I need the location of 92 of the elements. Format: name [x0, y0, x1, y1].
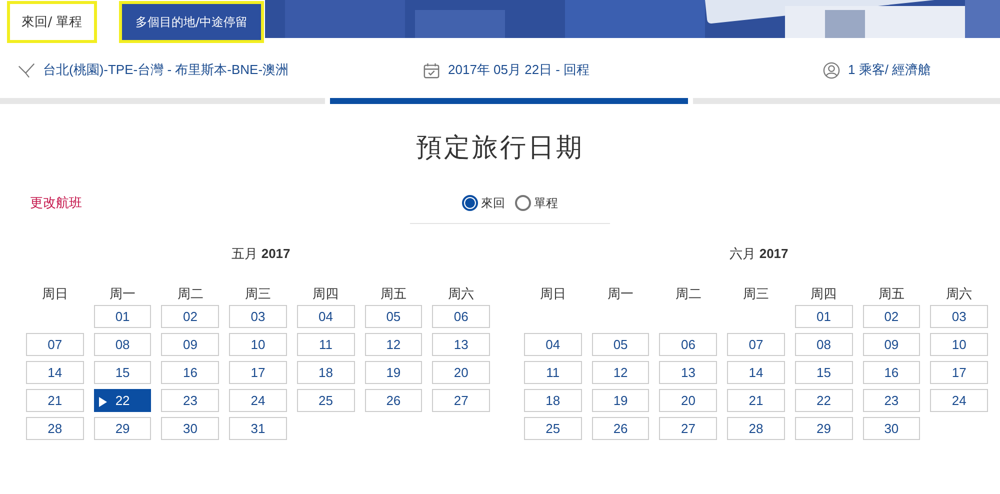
date-cell[interactable]: 30 [161, 417, 220, 440]
date-cell[interactable]: 08 [94, 333, 152, 356]
date-cell[interactable]: 07 [26, 333, 84, 356]
date-cell[interactable]: 15 [94, 361, 152, 384]
date-cell[interactable]: 02 [862, 305, 920, 328]
radio-label: 來回 [481, 194, 505, 212]
weekday-label: 周五 [877, 285, 906, 303]
date-cell[interactable]: 18 [296, 361, 355, 384]
calendar-icon [423, 62, 440, 78]
date-cell[interactable]: 05 [592, 333, 650, 356]
weekday-label: 周五 [379, 285, 408, 303]
date-cell[interactable]: 12 [592, 361, 650, 384]
month-title: 五月 2017 [230, 245, 292, 263]
date-cell[interactable]: 09 [862, 333, 920, 356]
route-text: 台北(桃園)-TPE-台灣 - 布里斯本-BNE-澳洲 [43, 61, 289, 79]
date-cell[interactable]: 07 [727, 333, 785, 356]
date-cell[interactable]: 17 [930, 361, 988, 384]
date-cell[interactable]: 24 [930, 389, 988, 412]
date-cell[interactable]: 14 [26, 361, 84, 384]
radio-button[interactable] [515, 195, 531, 211]
date-cell[interactable]: 20 [659, 389, 718, 412]
date-cell[interactable]: 13 [432, 333, 490, 356]
passenger-text: 1 乘客/ 經濟艙 [848, 61, 932, 79]
weekday-label: 周六 [945, 285, 974, 303]
date-cell[interactable]: 10 [930, 333, 988, 356]
date-cell[interactable]: 08 [794, 333, 853, 356]
trip-tab[interactable]: 來回/ 單程 [7, 1, 97, 43]
weekday-label: 周日 [538, 285, 567, 303]
weekday-label: 周四 [810, 285, 838, 303]
date-cell[interactable]: 06 [659, 333, 718, 356]
date-cell[interactable]: 29 [794, 417, 853, 440]
date-text: 2017年 05月 22日 - 回程 [448, 61, 590, 79]
weekday-label: 周三 [742, 285, 770, 303]
date-cell[interactable]: 15 [794, 361, 853, 384]
date-cell[interactable]: 30 [862, 417, 920, 440]
date-cell[interactable]: 02 [161, 305, 220, 328]
date-cell[interactable]: 29 [94, 417, 152, 440]
date-cell[interactable]: 04 [524, 333, 582, 356]
date-cell[interactable]: 31 [229, 417, 287, 440]
date-cell[interactable]: 25 [296, 389, 355, 412]
date-cell[interactable]: 16 [862, 361, 920, 384]
plane-icon [18, 62, 35, 78]
date-cell[interactable]: 09 [161, 333, 220, 356]
date-cell[interactable]: 21 [26, 389, 84, 412]
date-cell[interactable]: 22 [794, 389, 853, 412]
weekday-label: 周二 [176, 285, 204, 303]
month-title: 六月 2017 [728, 245, 790, 263]
date-cell[interactable]: 05 [364, 305, 422, 328]
date-cell[interactable]: 03 [930, 305, 988, 328]
weekday-label: 周六 [447, 285, 476, 303]
date-cell[interactable]: 04 [296, 305, 355, 328]
date-cell[interactable]: 12 [364, 333, 422, 356]
date-cell[interactable]: 01 [794, 305, 853, 328]
date-cell[interactable]: 26 [592, 417, 650, 440]
change-flight-link[interactable]: 更改航班 [30, 194, 82, 212]
weekday-label: 周三 [244, 285, 272, 303]
radio-button[interactable] [462, 195, 478, 211]
date-cell[interactable]: 23 [862, 389, 920, 412]
date-cell[interactable]: 11 [296, 333, 355, 356]
date-cell[interactable]: 11 [524, 361, 582, 384]
date-cell[interactable]: 03 [229, 305, 287, 328]
date-cell[interactable]: 17 [229, 361, 287, 384]
date-cell[interactable]: 19 [592, 389, 650, 412]
weekday-label: 周一 [108, 285, 137, 303]
weekday-label: 周二 [674, 285, 702, 303]
date-cell[interactable]: 26 [364, 389, 422, 412]
date-cell[interactable]: 21 [727, 389, 785, 412]
date-cell[interactable]: 27 [659, 417, 718, 440]
trip-tab[interactable]: 多個目的地/中途停留 [119, 1, 264, 43]
date-cell[interactable]: 10 [229, 333, 287, 356]
triangle-icon [98, 397, 107, 407]
date-cell[interactable]: 22 [94, 389, 152, 412]
page-title: 預定旅行日期 [415, 132, 585, 165]
date-cell[interactable]: 24 [229, 389, 287, 412]
radio-label: 單程 [534, 194, 558, 212]
person-icon [823, 62, 840, 78]
date-cell[interactable]: 01 [94, 305, 152, 328]
date-cell[interactable]: 18 [524, 389, 582, 412]
date-cell[interactable]: 25 [524, 417, 582, 440]
date-cell[interactable]: 20 [432, 361, 490, 384]
date-cell[interactable]: 16 [161, 361, 220, 384]
date-cell[interactable]: 23 [161, 389, 220, 412]
date-cell[interactable]: 06 [432, 305, 490, 328]
date-cell[interactable]: 19 [364, 361, 422, 384]
date-cell[interactable]: 28 [26, 417, 84, 440]
date-cell[interactable]: 13 [659, 361, 718, 384]
weekday-label: 周日 [40, 285, 69, 303]
weekday-label: 周四 [312, 285, 340, 303]
weekday-label: 周一 [606, 285, 635, 303]
date-cell[interactable]: 28 [727, 417, 785, 440]
date-cell[interactable]: 14 [727, 361, 785, 384]
date-cell[interactable]: 27 [432, 389, 490, 412]
